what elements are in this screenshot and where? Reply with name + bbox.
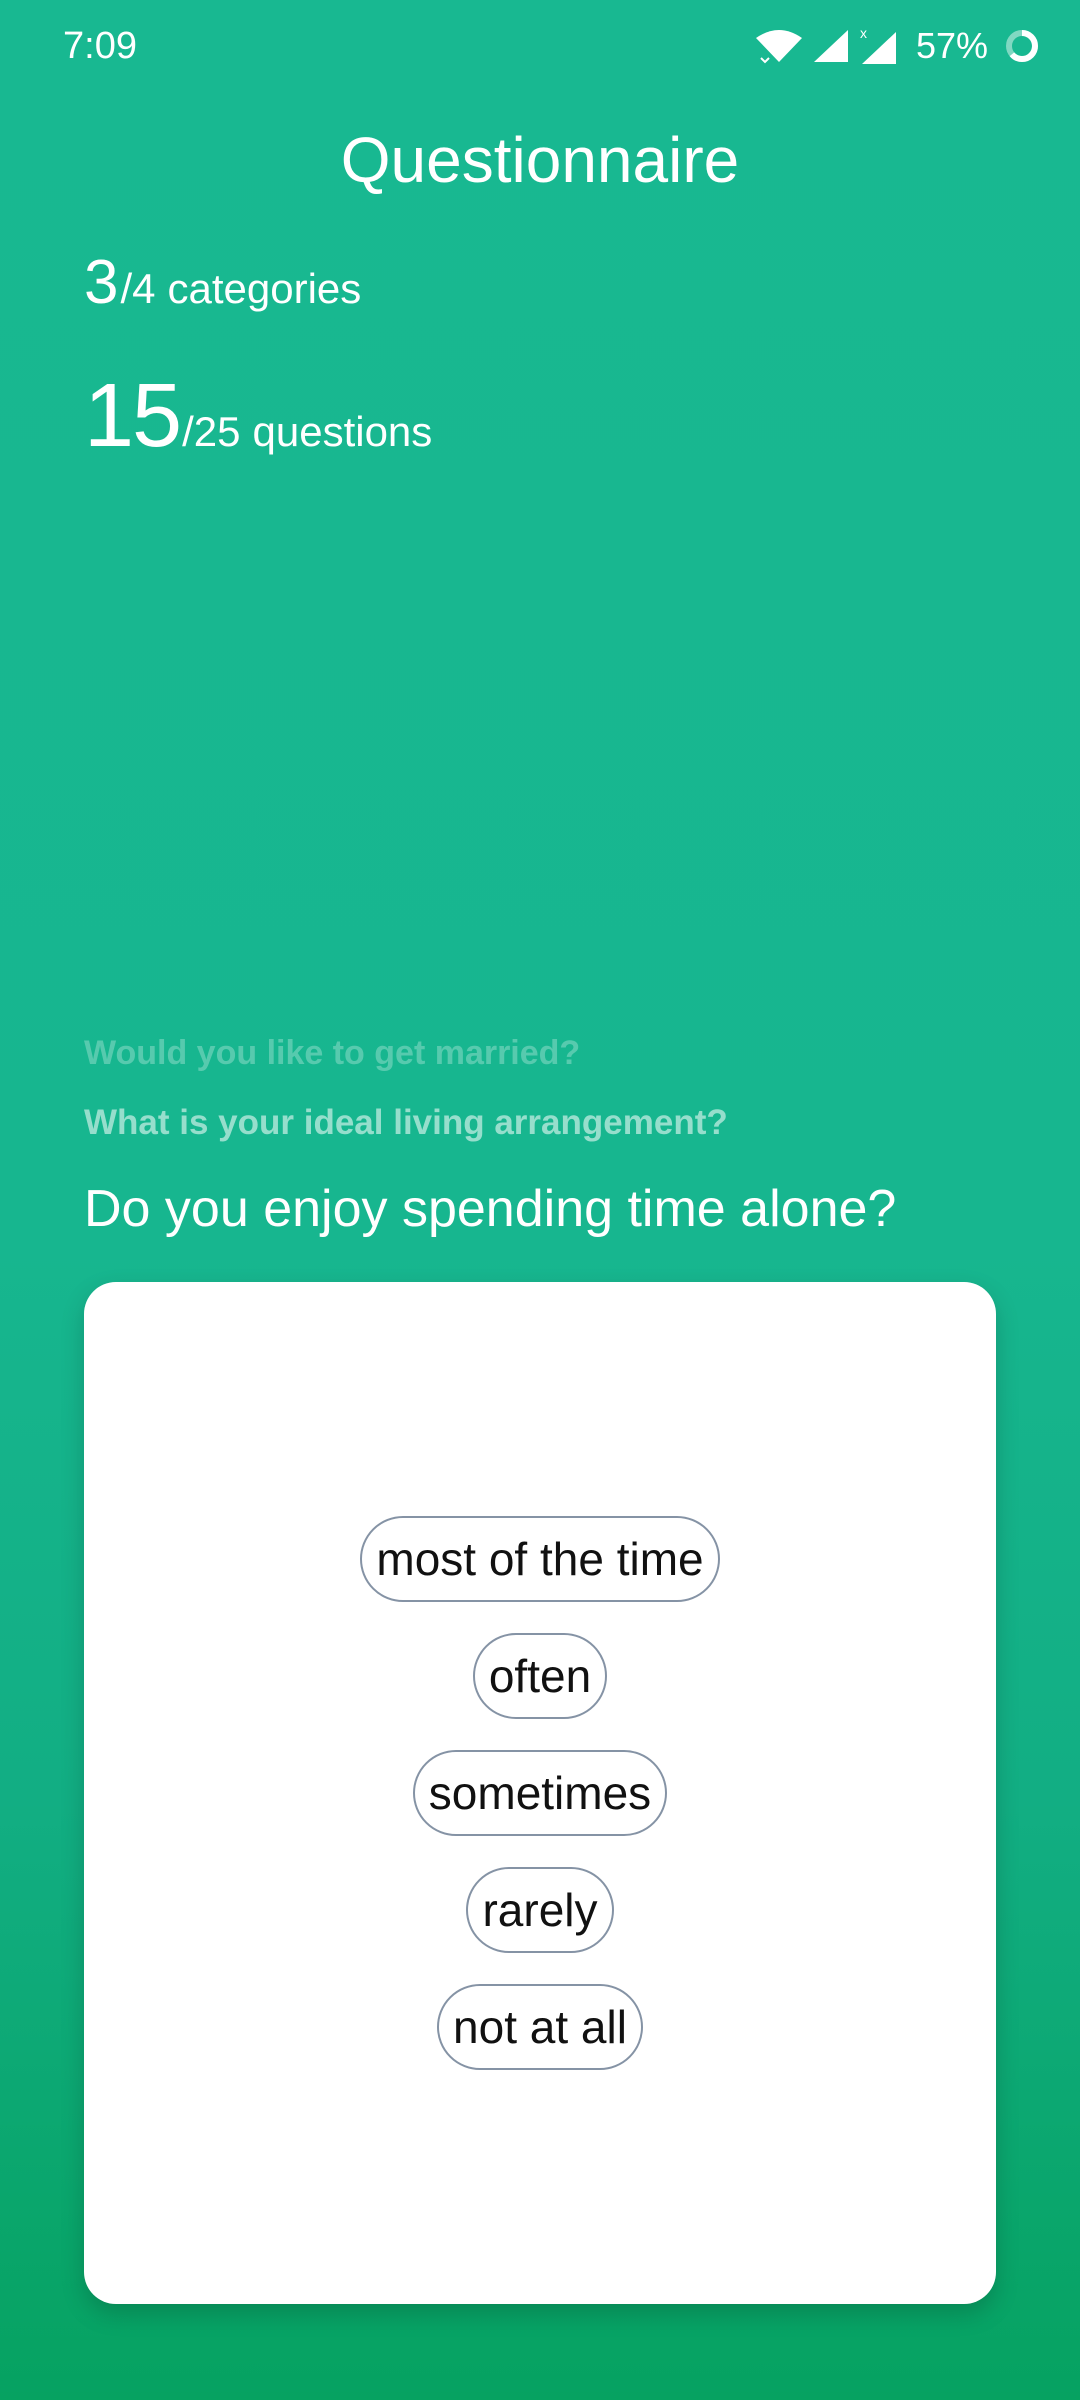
categories-label: categories [167, 265, 362, 312]
battery-percentage: 57% [915, 25, 988, 66]
status-icons: x 57% [746, 22, 1040, 70]
previous-question: What is your ideal living arrangement? [84, 1103, 728, 1142]
answer-card: most of the time often sometimes rarely … [84, 1282, 996, 2304]
questions-total: /25 [182, 408, 241, 455]
questions-current: 15 [84, 366, 182, 466]
status-time: 7:09 [63, 25, 137, 67]
cell-signal-icon [812, 28, 850, 64]
cell-signal-no-data-icon: x [858, 26, 898, 66]
answer-option-often[interactable]: often [472, 1633, 608, 1719]
previous-question: Would you like to get married? [84, 1034, 581, 1072]
answer-option-not-at-all[interactable]: not at all [437, 1984, 643, 2070]
questions-label: questions [252, 408, 433, 455]
answer-option-most-of-the-time[interactable]: most of the time [360, 1516, 720, 1602]
svg-text:x: x [860, 26, 867, 41]
categories-progress: 3 /4 categories [84, 248, 361, 318]
battery-ring-icon [1004, 28, 1040, 64]
questions-progress: 15 /25 questions [84, 366, 432, 466]
categories-current: 3 [84, 248, 119, 317]
page-title: Questionnaire [340, 124, 740, 196]
wifi-icon [754, 28, 804, 64]
current-question: Do you enjoy spending time alone? [84, 1180, 897, 1238]
categories-total: /4 [120, 265, 156, 312]
answer-option-rarely[interactable]: rarely [466, 1867, 614, 1953]
status-bar: 7:09 x 57% [0, 0, 1080, 92]
answer-options: most of the time often sometimes rarely … [84, 1516, 996, 2101]
answer-option-sometimes[interactable]: sometimes [412, 1750, 668, 1836]
